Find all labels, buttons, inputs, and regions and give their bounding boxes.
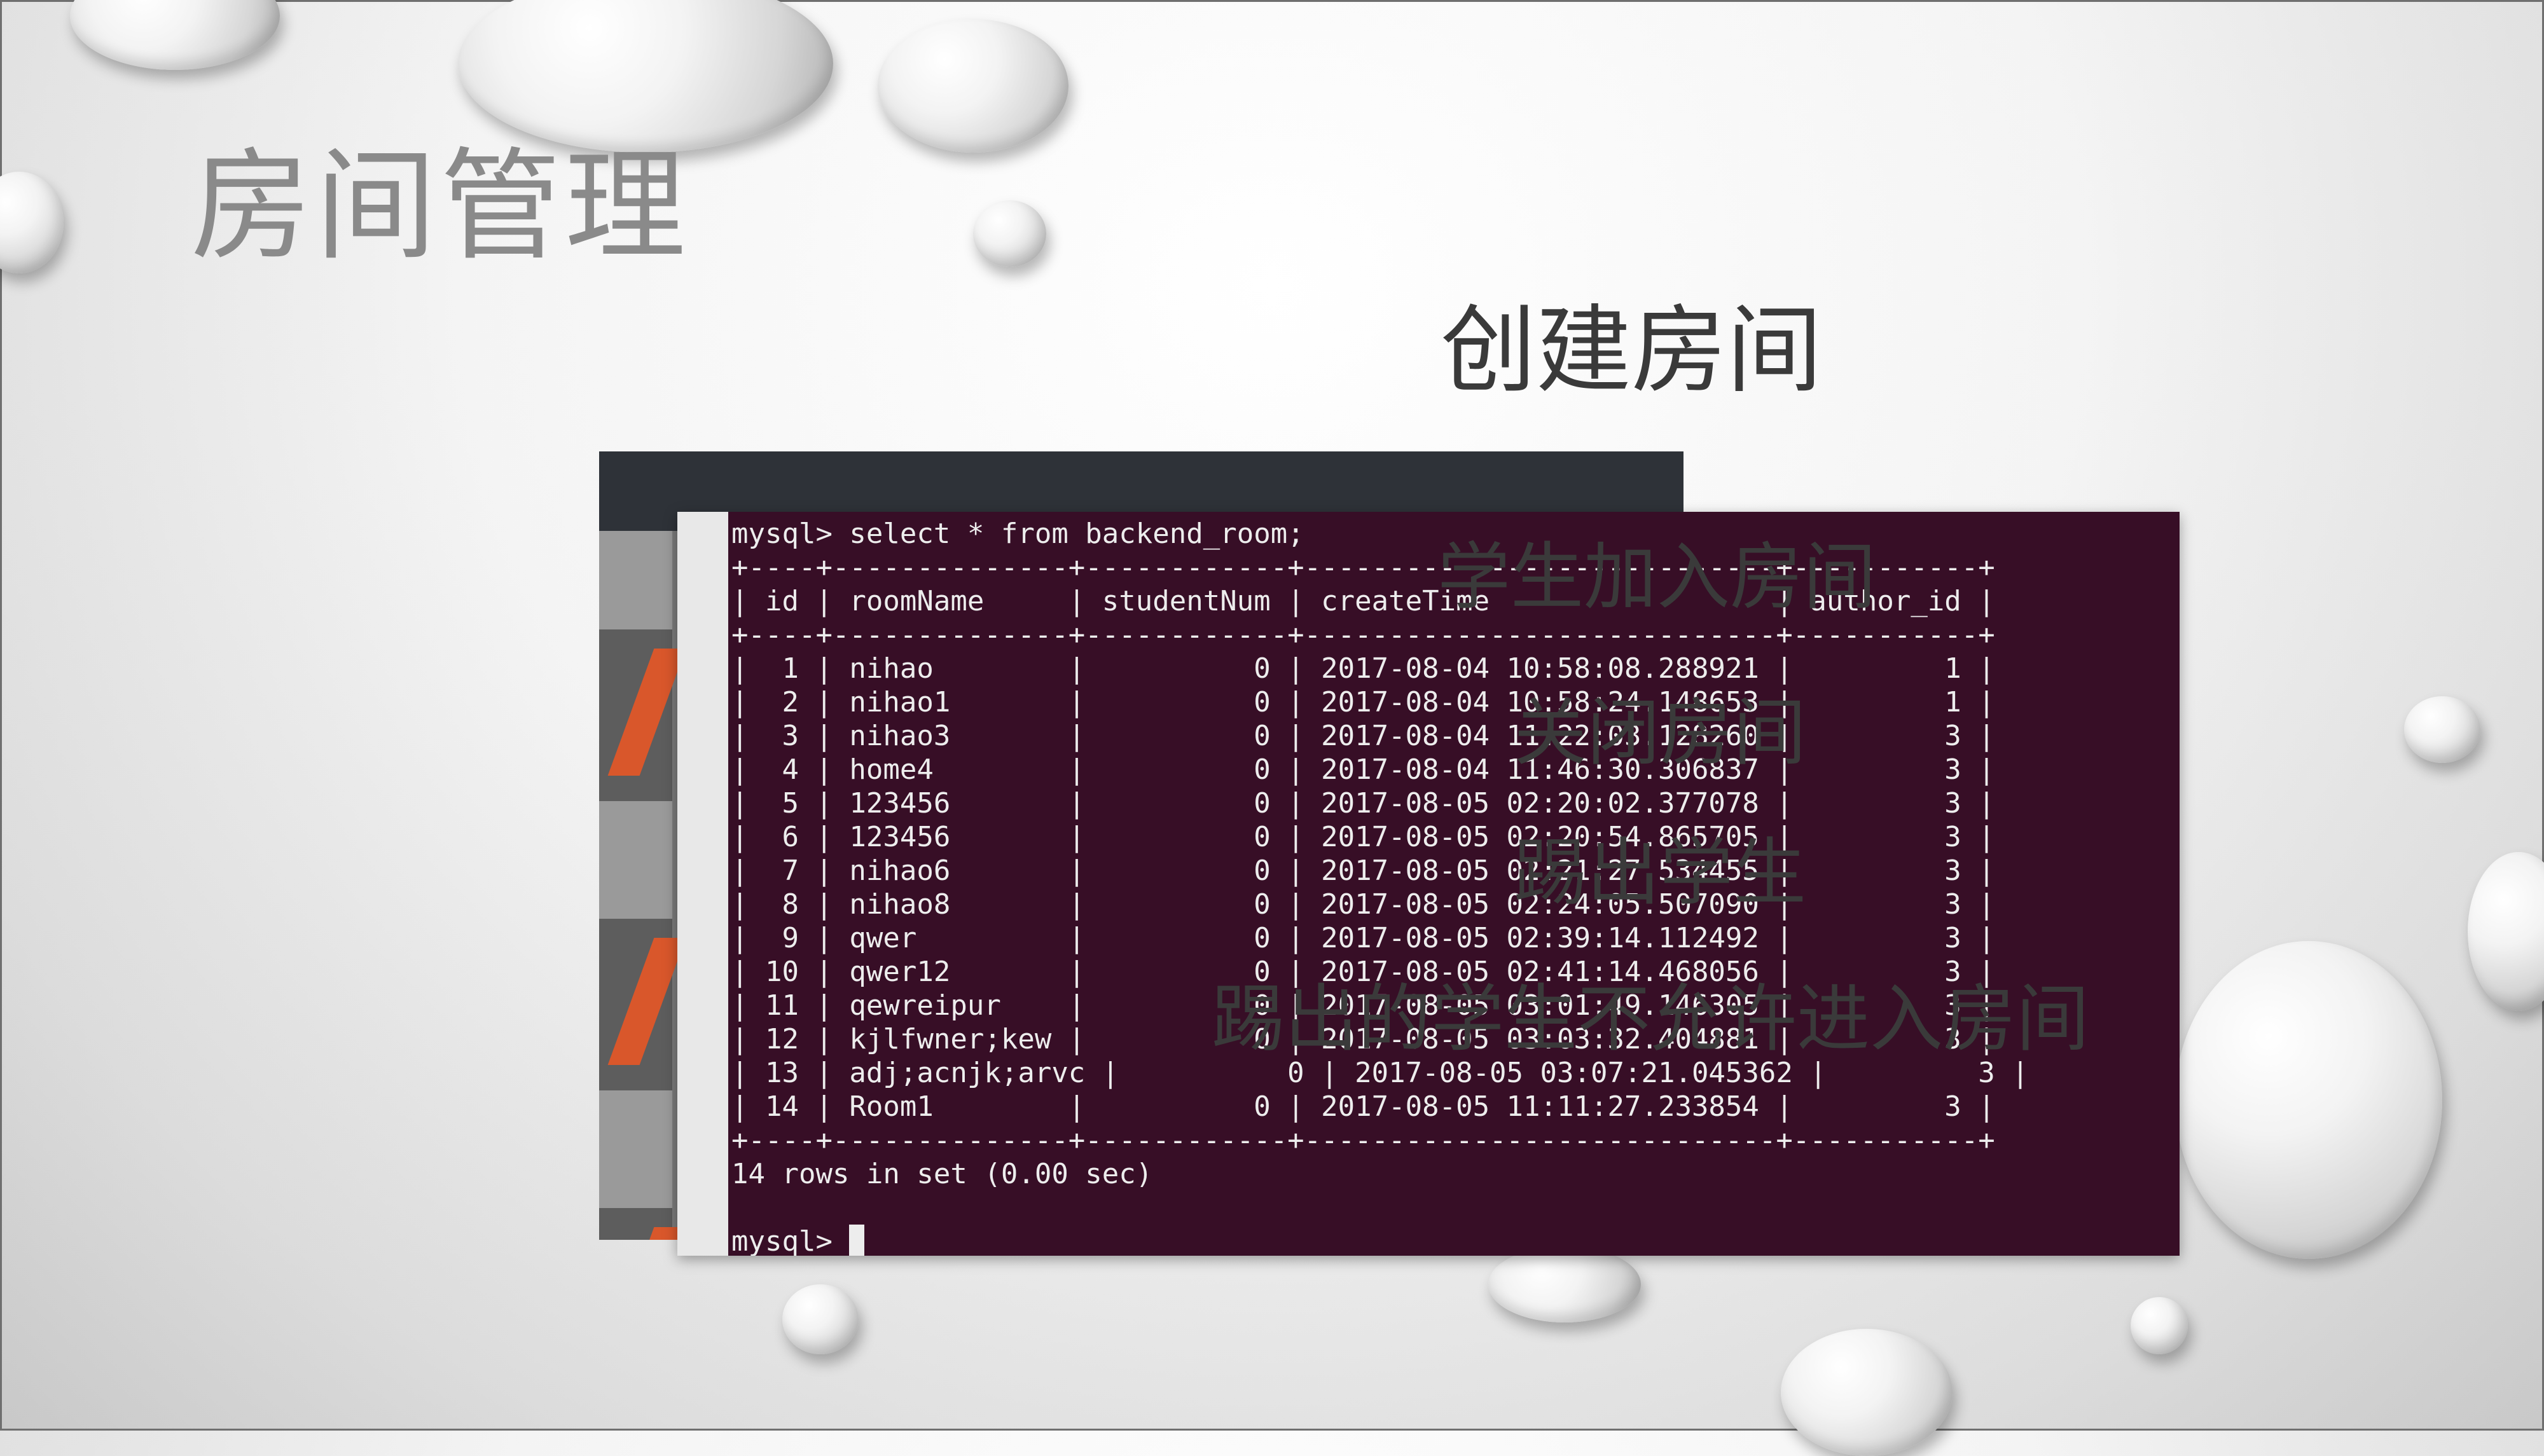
- droplet: [2131, 1297, 2188, 1354]
- droplet: [1781, 1329, 1953, 1456]
- block-cursor-icon: [849, 1225, 865, 1256]
- droplet: [782, 1284, 859, 1354]
- background-thumbnail: [599, 919, 686, 1090]
- table-row: | 9 | qwer | 0 | 2017-08-05 02:39:14.112…: [731, 922, 1995, 954]
- table-border: +----+--------------+------------+------…: [731, 1124, 1995, 1157]
- droplet: [2404, 696, 2480, 763]
- table-row: | 3 | nihao3 | 0 | 2017-08-04 11:22:03.1…: [731, 720, 1995, 752]
- label-close-room: 关闭房间: [1514, 690, 1807, 776]
- table-row: | 14 | Room1 | 0 | 2017-08-05 11:11:27.2…: [731, 1090, 1995, 1123]
- label-create-room: 创建房间: [1441, 296, 1823, 406]
- result-summary: 14 rows in set (0.00 sec): [731, 1158, 1153, 1190]
- background-thumbnail: [599, 1208, 686, 1240]
- terminal-window[interactable]: mysql> select * from backend_room; +----…: [677, 512, 2180, 1256]
- background-thumbnail: [599, 629, 686, 801]
- label-kick-student: 踢出学生: [1514, 830, 1807, 916]
- droplet: [878, 19, 1068, 153]
- droplet: [1488, 1246, 1641, 1322]
- table-row: | 8 | nihao8 | 0 | 2017-08-05 02:24:05.5…: [731, 888, 1995, 921]
- prompt-text: mysql>: [731, 1225, 850, 1256]
- terminal-left-edge: [677, 512, 728, 1256]
- table-row: | 1 | nihao | 0 | 2017-08-04 10:58:08.28…: [731, 652, 1995, 685]
- table-row: | 5 | 123456 | 0 | 2017-08-05 02:20:02.3…: [731, 787, 1995, 820]
- droplet: [2175, 941, 2442, 1259]
- table-row: | 4 | home4 | 0 | 2017-08-04 11:46:30.30…: [731, 753, 1995, 786]
- prompt-line[interactable]: mysql>: [731, 1225, 2180, 1256]
- label-student-join: 学生加入房间: [1437, 535, 1877, 620]
- droplet: [973, 200, 1046, 267]
- slide-title: 房间管理: [191, 136, 690, 277]
- table-row: | 6 | 123456 | 0 | 2017-08-05 02:20:54.8…: [731, 821, 1995, 853]
- table-row: | 2 | nihao1 | 0 | 2017-08-04 10:58:24.1…: [731, 686, 1995, 718]
- label-kicked-no-rejoin: 踢出的学生不允许进入房间: [1212, 977, 2090, 1062]
- table-row: | 7 | nihao6 | 0 | 2017-08-05 02:21:27.5…: [731, 855, 1995, 887]
